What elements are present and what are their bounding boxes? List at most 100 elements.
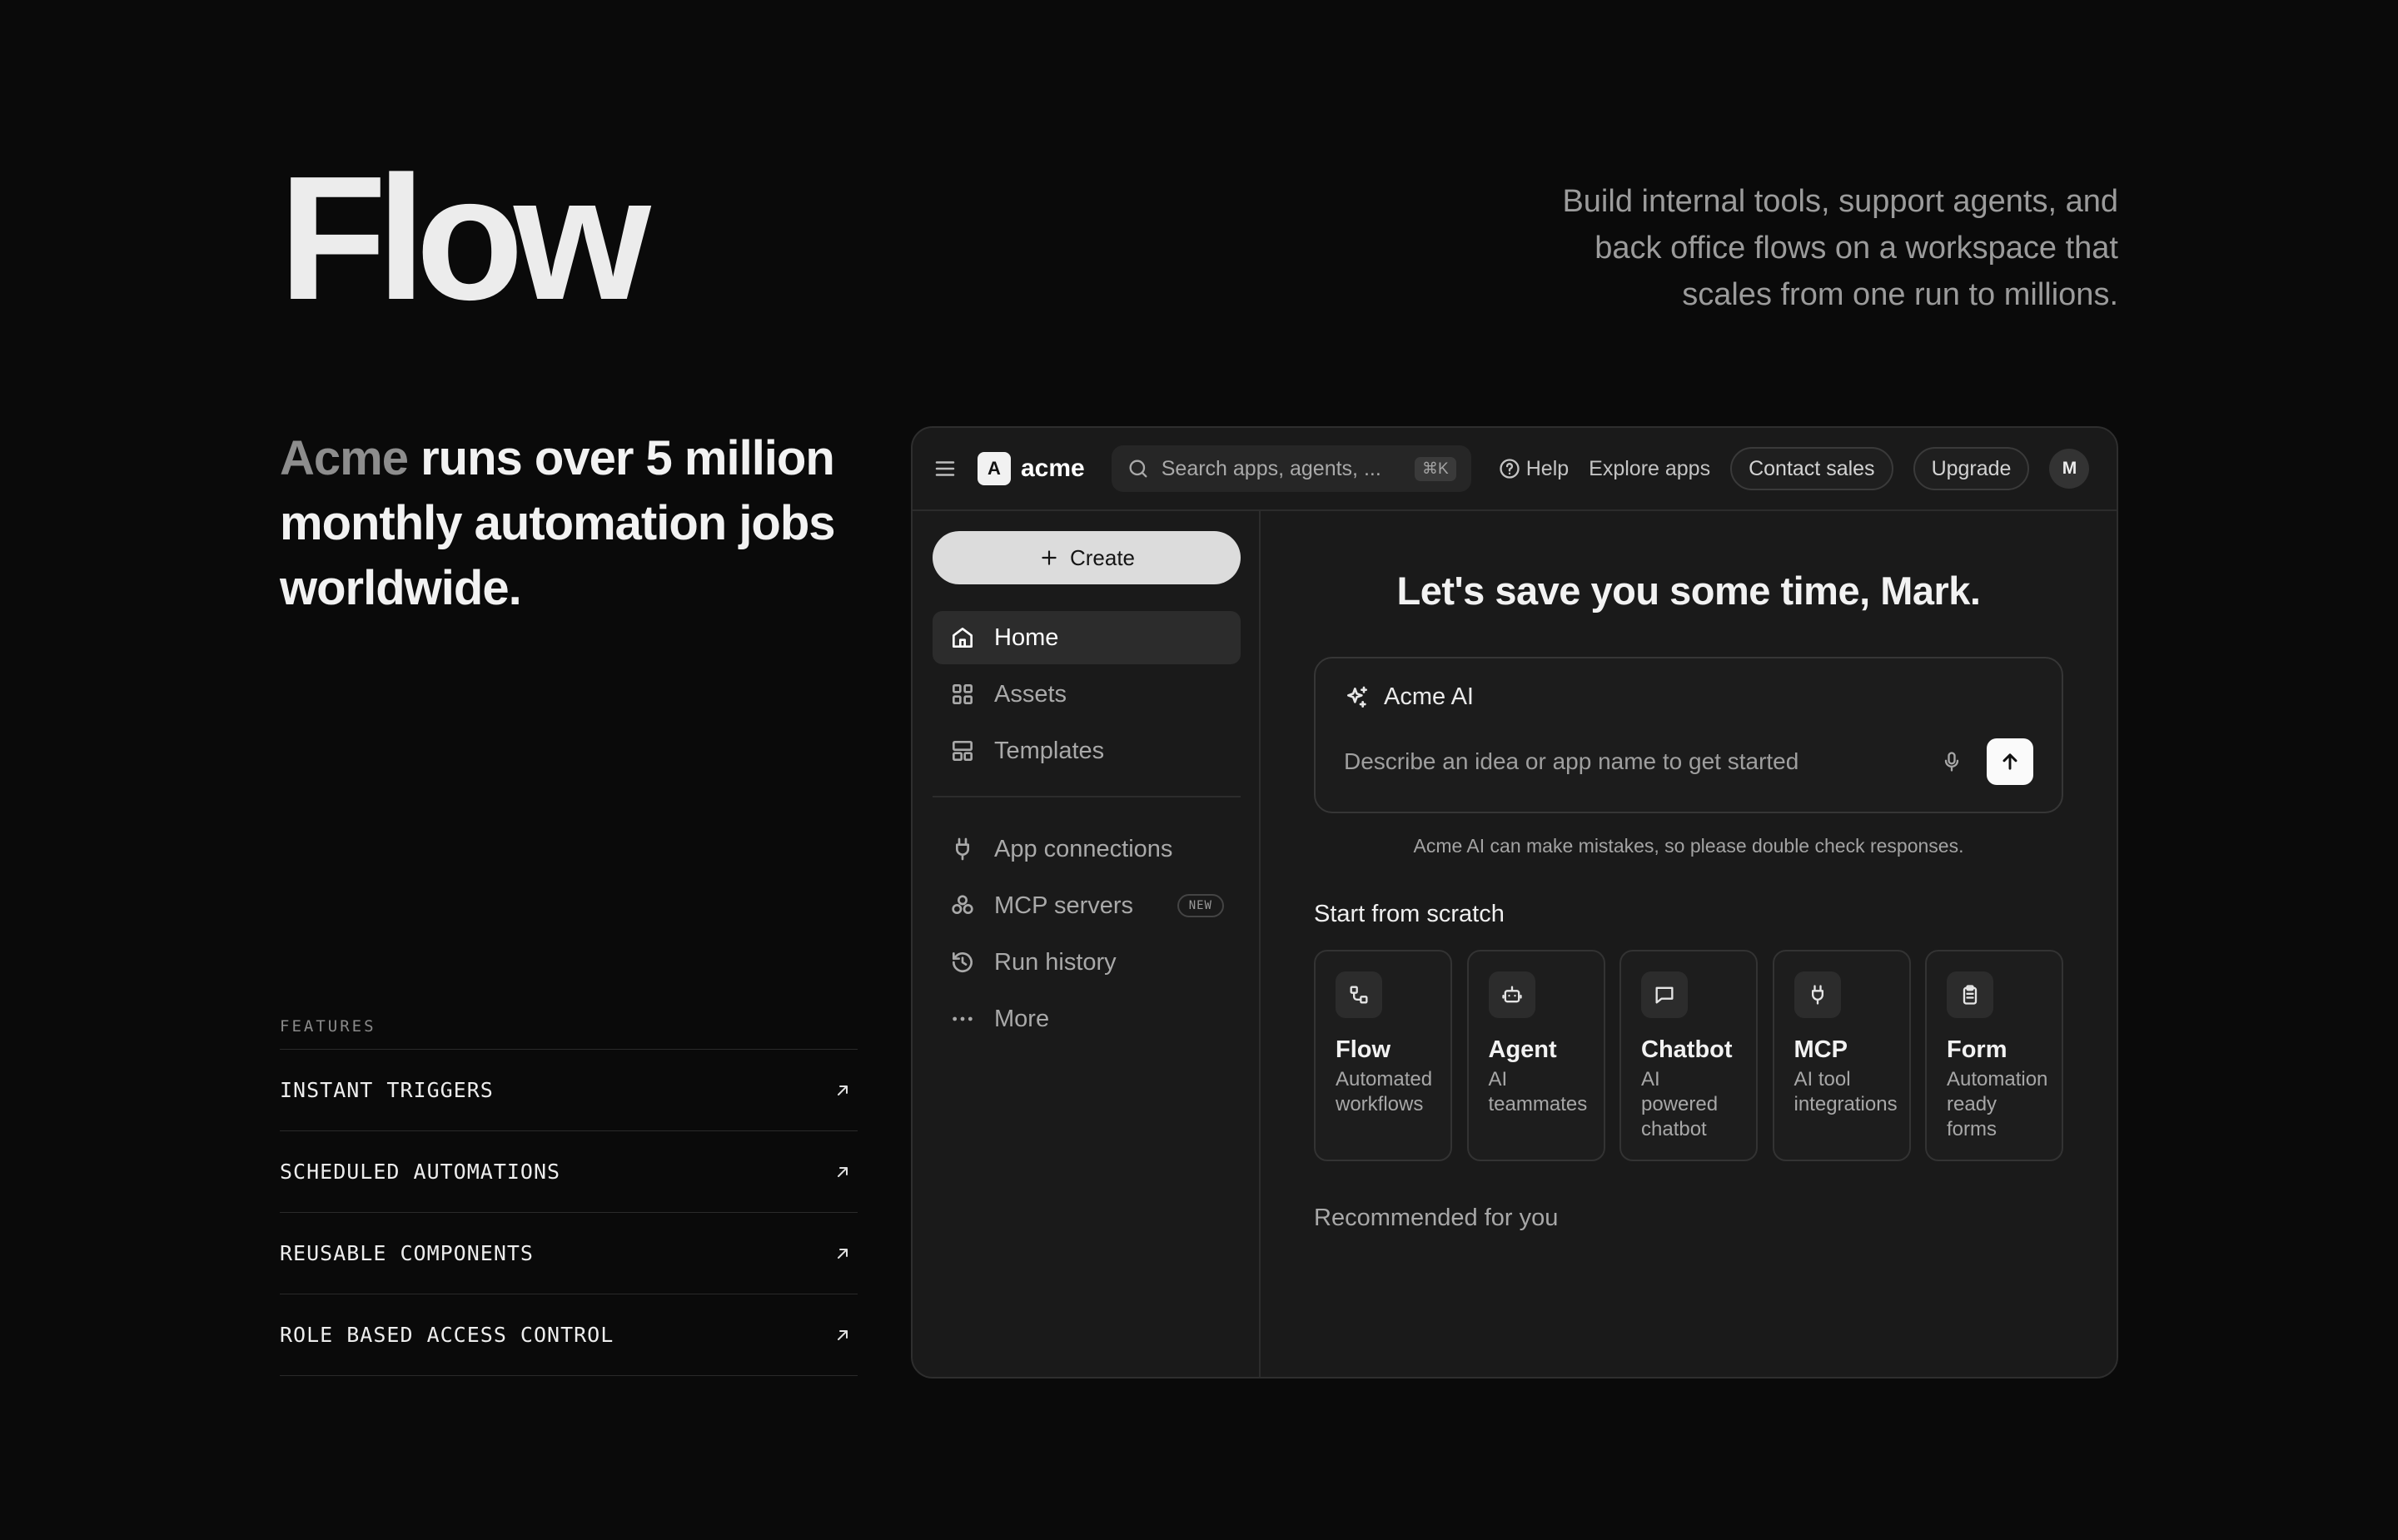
features-list: FEATURES INSTANT TRIGGERS SCHEDULED AUTO… bbox=[280, 1017, 858, 1376]
flow-icon bbox=[1350, 986, 1368, 1004]
search-placeholder: Search apps, agents, ... bbox=[1161, 456, 1381, 480]
app-window: A acme Search apps, agents, ... ⌘K Help … bbox=[911, 426, 2118, 1379]
sidebar-item-label: App connections bbox=[994, 835, 1173, 862]
sidebar-item-templates[interactable]: Templates bbox=[933, 724, 1241, 777]
feature-item[interactable]: INSTANT TRIGGERS bbox=[280, 1050, 858, 1131]
upgrade-button[interactable]: Upgrade bbox=[1913, 447, 2030, 490]
card-icon-box bbox=[1794, 971, 1841, 1018]
chat-icon bbox=[1655, 986, 1674, 1004]
plug-icon bbox=[956, 837, 969, 861]
plug-icon bbox=[1811, 985, 1823, 1005]
sidebar-item-label: Templates bbox=[994, 737, 1105, 764]
card-description: AI teammates bbox=[1488, 1068, 1588, 1115]
send-button[interactable] bbox=[1987, 738, 2033, 785]
sidebar-item-label: More bbox=[994, 1005, 1050, 1032]
greeting-heading: Let's save you some time, Mark. bbox=[1396, 569, 1981, 613]
card-description: AI powered chatbot bbox=[1641, 1068, 1719, 1140]
card-icon-box bbox=[1947, 971, 1993, 1018]
robot-icon bbox=[1501, 986, 1522, 1003]
claim-text: Acme runs over 5 million monthly automat… bbox=[280, 426, 863, 621]
sidebar-item-assets[interactable]: Assets bbox=[933, 668, 1241, 721]
card-description: AI tool integrations bbox=[1794, 1068, 1898, 1115]
workspace-logo[interactable]: A bbox=[978, 452, 1011, 485]
search-shortcut: ⌘K bbox=[1415, 456, 1456, 481]
card-form[interactable]: Form Automation ready forms bbox=[1925, 950, 2063, 1161]
sidebar-divider bbox=[933, 796, 1241, 797]
scratch-cards: Flow Automated workflows Agent AI teamma… bbox=[1314, 950, 2063, 1161]
contact-sales-button[interactable]: Contact sales bbox=[1730, 447, 1893, 490]
plus-icon bbox=[1042, 550, 1057, 565]
hero-tagline: Build internal tools, support agents, an… bbox=[1562, 184, 2118, 312]
history-icon bbox=[953, 952, 973, 972]
workspace-name[interactable]: acme bbox=[1021, 455, 1085, 483]
hero-title: Flow bbox=[279, 139, 651, 336]
sidebar-primary-nav: Home Assets Templates bbox=[933, 611, 1241, 777]
claim-brand: Acme bbox=[280, 431, 409, 485]
sidebar-item-app-connections[interactable]: App connections bbox=[933, 822, 1241, 876]
sidebar-secondary-nav: App connections MCP servers NEW Run hist… bbox=[933, 822, 1239, 1046]
card-description: Automated workflows bbox=[1336, 1068, 1433, 1115]
help-link[interactable]: Help bbox=[1498, 457, 1569, 481]
ai-title: Acme AI bbox=[1384, 683, 1474, 710]
feature-label: SCHEDULED AUTOMATIONS bbox=[280, 1160, 561, 1184]
create-button[interactable]: Create bbox=[933, 531, 1241, 584]
card-title: Chatbot bbox=[1641, 1036, 1733, 1063]
home-icon bbox=[953, 628, 973, 648]
sidebar-item-home[interactable]: Home bbox=[933, 611, 1241, 664]
card-flow[interactable]: Flow Automated workflows bbox=[1314, 950, 1452, 1161]
boxes-icon bbox=[952, 895, 973, 914]
sidebar-item-mcp-servers[interactable]: MCP servers NEW bbox=[933, 879, 1241, 932]
feature-label: REUSABLE COMPONENTS bbox=[280, 1241, 534, 1265]
search-input[interactable]: Search apps, agents, ... ⌘K bbox=[1111, 445, 1471, 492]
sidebar-item-run-history[interactable]: Run history bbox=[933, 936, 1241, 989]
sidebar-item-label: Run history bbox=[994, 948, 1117, 976]
recommended-heading: Recommended for you bbox=[1314, 1205, 1559, 1231]
arrow-up-right-icon bbox=[838, 1329, 848, 1340]
layout-icon bbox=[953, 741, 973, 761]
feature-item[interactable]: SCHEDULED AUTOMATIONS bbox=[280, 1131, 858, 1213]
ai-disclaimer: Acme AI can make mistakes, so please dou… bbox=[1413, 835, 1964, 857]
microphone-icon[interactable] bbox=[1940, 748, 1963, 775]
card-icon-box bbox=[1336, 971, 1382, 1018]
card-description: Automation ready forms bbox=[1947, 1068, 2048, 1140]
arrow-up-right-icon bbox=[838, 1085, 848, 1095]
sidebar-item-more[interactable]: More bbox=[933, 992, 1241, 1046]
arrow-up-right-icon bbox=[838, 1166, 848, 1177]
feature-item[interactable]: REUSABLE COMPONENTS bbox=[280, 1213, 858, 1294]
card-agent[interactable]: Agent AI teammates bbox=[1466, 950, 1605, 1161]
feature-label: INSTANT TRIGGERS bbox=[280, 1078, 494, 1102]
menu-icon[interactable] bbox=[933, 456, 958, 481]
explore-apps-link[interactable]: Explore apps bbox=[1589, 457, 1710, 481]
avatar[interactable]: M bbox=[2049, 449, 2090, 489]
feature-label: ROLE BASED ACCESS CONTROL bbox=[280, 1323, 614, 1347]
sparkles-icon bbox=[1347, 686, 1367, 708]
sidebar-item-label: MCP servers bbox=[994, 892, 1134, 919]
card-title: Flow bbox=[1336, 1036, 1391, 1063]
ai-header: Acme AI bbox=[1344, 683, 2033, 711]
card-title: MCP bbox=[1794, 1036, 1848, 1063]
help-label: Help bbox=[1525, 456, 1570, 480]
card-mcp[interactable]: MCP AI tool integrations bbox=[1772, 950, 1911, 1161]
scratch-heading: Start from scratch bbox=[1314, 901, 1505, 927]
help-icon bbox=[1500, 459, 1520, 479]
arrow-up-icon bbox=[2002, 753, 2017, 770]
grid-icon bbox=[953, 684, 973, 704]
card-icon-box bbox=[1641, 971, 1688, 1018]
clipboard-icon bbox=[1963, 985, 1978, 1005]
main-panel: Let's save you some time, Mark. Acme AI … bbox=[1261, 511, 2117, 1377]
create-label: Create bbox=[1069, 544, 1136, 570]
ai-prompt-input[interactable]: Describe an idea or app name to get star… bbox=[1344, 748, 1798, 775]
topbar: A acme Search apps, agents, ... ⌘K Help … bbox=[913, 428, 2117, 511]
search-icon bbox=[1129, 460, 1147, 478]
sidebar-item-label: Home bbox=[994, 623, 1059, 651]
new-badge: NEW bbox=[1177, 894, 1224, 917]
sidebar: Create Home Assets Templates App connect… bbox=[913, 511, 1261, 1377]
card-title: Agent bbox=[1488, 1036, 1557, 1063]
sidebar-item-label: Assets bbox=[994, 680, 1067, 708]
card-icon-box bbox=[1488, 971, 1535, 1018]
features-heading: FEATURES bbox=[280, 1017, 858, 1050]
feature-item[interactable]: ROLE BASED ACCESS CONTROL bbox=[280, 1294, 858, 1376]
card-title: Form bbox=[1947, 1036, 2007, 1063]
ai-prompt-box[interactable]: Acme AI Describe an idea or app name to … bbox=[1314, 657, 2063, 813]
card-chatbot[interactable]: Chatbot AI powered chatbot bbox=[1619, 950, 1758, 1161]
